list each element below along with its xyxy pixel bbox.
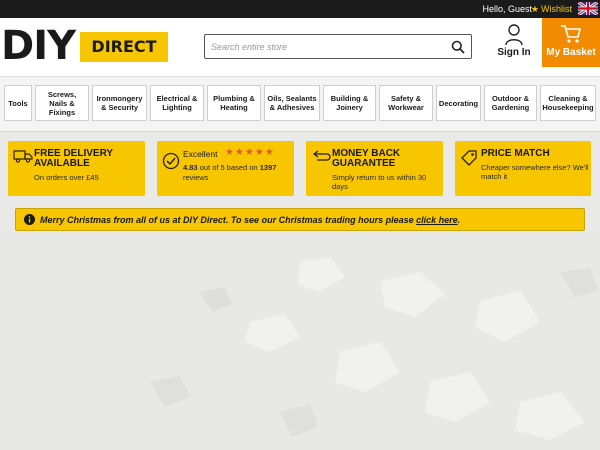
sign-in-button[interactable]: Sign In <box>494 24 534 68</box>
site-header: DIY DIRECT Sign In My Basket <box>0 18 600 76</box>
notice-text: Merry Christmas from all of us at DIY Di… <box>40 215 461 225</box>
nav-item-oils-sealants-adhesives[interactable]: Oils, Sealants & Adhesives <box>264 85 320 121</box>
shopping-cart-icon <box>561 25 582 43</box>
basket-label: My Basket <box>546 47 596 58</box>
usp-rating[interactable]: Excellent ★★★★★ 4.83 out of 5 based on 1… <box>157 141 294 196</box>
search-input[interactable] <box>211 36 451 57</box>
nav-item-ironmongery-security[interactable]: Ironmongery & Security <box>92 85 147 121</box>
site-logo[interactable]: DIY DIRECT <box>0 23 168 69</box>
usp-subtitle: Cheaper somewhere else? We'll match it <box>481 163 589 181</box>
usp-title: FREE DELIVERY AVAILABLE <box>34 148 114 169</box>
nav-item-building-joinery[interactable]: Building & Joinery <box>323 85 376 121</box>
logo-diy-text: DIY <box>1 23 76 69</box>
greeting-text: Hello, Guest <box>482 4 532 14</box>
return-arrow-icon <box>312 150 331 161</box>
usp-title: MONEY BACK GUARANTEE <box>332 148 401 169</box>
click-here-link[interactable]: click here <box>416 215 458 225</box>
rating-summary: 4.83 out of 5 based on 1397 reviews <box>183 163 277 182</box>
usp-free-delivery[interactable]: FREE DELIVERY AVAILABLE On orders over £4… <box>8 141 145 196</box>
nav-item-screws-nails-fixings[interactable]: Screws, Nails & Fixings <box>35 85 89 121</box>
background-texture <box>0 232 600 450</box>
uk-flag-icon[interactable] <box>578 2 598 15</box>
nav-item-electrical-lighting[interactable]: Electrical & Lighting <box>150 85 204 121</box>
rating-stars: ★★★★★ <box>225 147 275 158</box>
nav-item-outdoor-gardening[interactable]: Outdoor & Gardening <box>484 85 537 121</box>
my-basket-button[interactable]: My Basket <box>542 18 600 67</box>
nav-item-decorating[interactable]: Decorating <box>436 85 481 121</box>
truck-icon <box>13 150 33 163</box>
sign-in-label: Sign In <box>497 47 531 58</box>
user-icon <box>505 24 523 46</box>
search-box <box>204 34 472 59</box>
nav-item-safety-workwear[interactable]: Safety & Workwear <box>379 85 433 121</box>
nav-item-plumbing-heating[interactable]: Plumbing & Heating <box>207 85 261 121</box>
star-icon: ★ <box>530 4 539 14</box>
usp-price-match[interactable]: PRICE MATCH Cheaper somewhere else? We'l… <box>455 141 591 196</box>
usp-subtitle: Simply return to us within 30 days <box>332 173 427 191</box>
wishlist-label: Wishlist <box>541 4 572 14</box>
nav-item-cleaning-housekeeping[interactable]: Cleaning & Housekeeping <box>540 85 596 121</box>
info-icon <box>24 214 35 225</box>
nav-item-tools[interactable]: Tools <box>4 85 32 121</box>
wishlist-link[interactable]: ★ Wishlist <box>531 4 572 15</box>
usp-title: PRICE MATCH <box>481 148 550 159</box>
price-tag-icon <box>461 150 477 166</box>
search-icon[interactable] <box>451 40 465 54</box>
christmas-notice: Merry Christmas from all of us at DIY Di… <box>15 208 585 231</box>
usp-money-back[interactable]: MONEY BACK GUARANTEE Simply return to us … <box>306 141 443 196</box>
rating-label: Excellent <box>183 149 218 159</box>
category-nav: Tools Screws, Nails & Fixings Ironmonger… <box>0 76 600 132</box>
logo-direct-text: DIRECT <box>80 32 168 62</box>
top-bar: Hello, Guest ★ Wishlist <box>0 0 600 18</box>
usp-subtitle: On orders over £45 <box>34 173 99 182</box>
check-badge-icon <box>162 152 180 170</box>
